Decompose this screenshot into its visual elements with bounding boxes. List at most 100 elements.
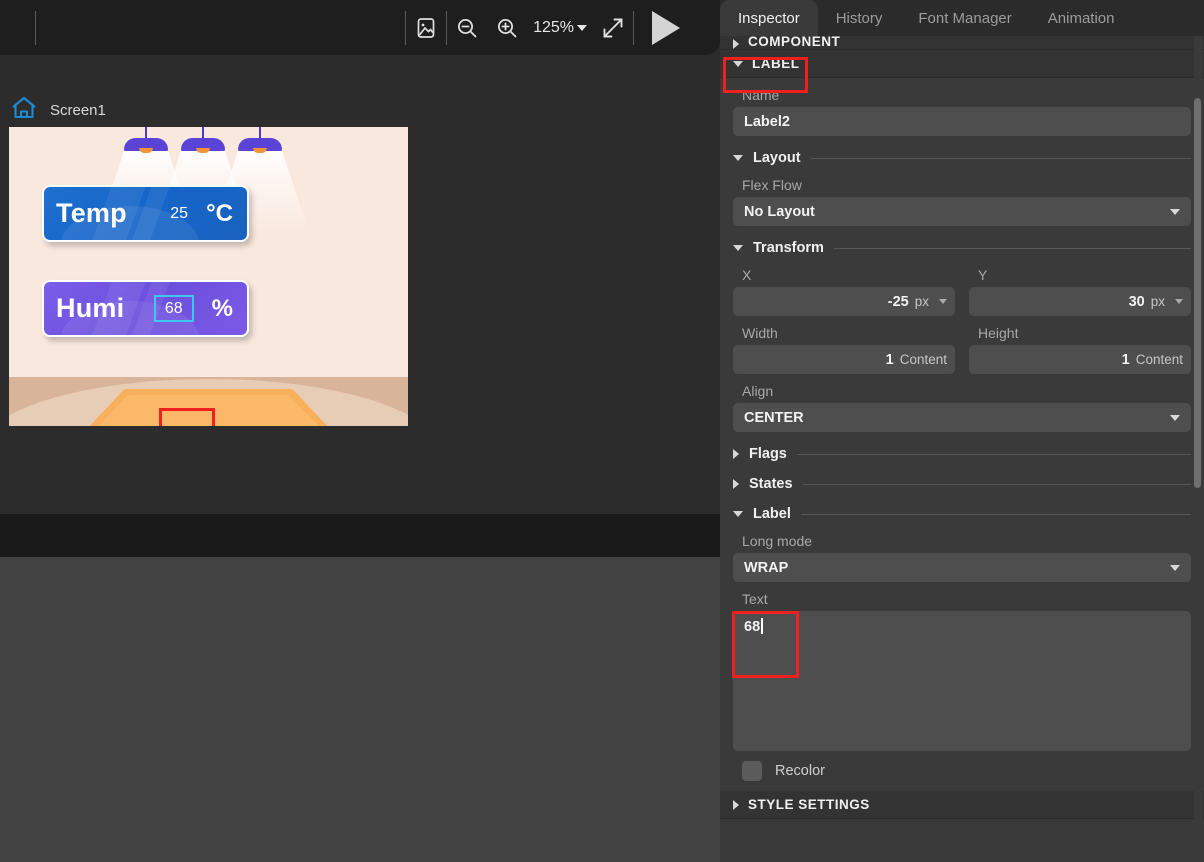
- editor-lower-panel: [0, 557, 720, 862]
- play-icon[interactable]: [634, 0, 698, 55]
- humi-card-title: Humi: [44, 293, 124, 324]
- selected-label-widget[interactable]: 68: [154, 300, 194, 318]
- humi-card-unit: %: [212, 295, 247, 323]
- zoom-out-icon[interactable]: [447, 8, 487, 48]
- name-field-label: Name: [733, 78, 1191, 107]
- tab-font-manager[interactable]: Font Manager: [900, 0, 1029, 36]
- long-mode-label: Long mode: [733, 524, 1191, 553]
- humi-card-value: 68: [154, 295, 194, 322]
- group-states[interactable]: States: [733, 476, 1191, 492]
- long-mode-value: WRAP: [744, 560, 788, 576]
- tab-animation-label: Animation: [1048, 10, 1115, 27]
- group-flags-title: Flags: [749, 446, 787, 462]
- text-textarea[interactable]: 68: [733, 611, 1191, 751]
- zoom-level-value: 125%: [533, 19, 574, 37]
- height-input[interactable]: 1 Content: [969, 345, 1191, 374]
- width-value: 1: [886, 352, 894, 368]
- flex-flow-select[interactable]: No Layout: [733, 197, 1191, 226]
- fit-screen-icon[interactable]: [593, 8, 633, 48]
- name-input-value: Label2: [744, 114, 790, 130]
- group-flags[interactable]: Flags: [733, 446, 1191, 462]
- align-field-label: Align: [733, 374, 1191, 403]
- home-icon[interactable]: [10, 95, 38, 126]
- chevron-right-icon: [733, 39, 739, 49]
- chevron-down-icon: [577, 25, 587, 31]
- section-header-component[interactable]: COMPONENT: [720, 36, 1204, 50]
- tab-inspector[interactable]: Inspector: [720, 0, 818, 36]
- name-input[interactable]: Label2: [733, 107, 1191, 136]
- image-icon[interactable]: [406, 8, 446, 48]
- x-value: -25: [888, 294, 909, 310]
- x-field-label: X: [733, 258, 955, 287]
- chevron-down-icon[interactable]: [939, 299, 947, 304]
- editor-area: 125%: [0, 0, 720, 862]
- height-field-label: Height: [969, 316, 1191, 345]
- humi-card[interactable]: Humi 68 %: [42, 280, 249, 337]
- chevron-down-icon[interactable]: [1175, 299, 1183, 304]
- tab-history-label: History: [836, 10, 883, 27]
- chevron-down-icon: [1170, 565, 1180, 571]
- chevron-right-icon: [733, 479, 739, 489]
- label-section-content: Name Label2 Layout Flex Flow No Layout: [720, 78, 1204, 791]
- chevron-down-icon: [1170, 209, 1180, 215]
- y-field-label: Y: [969, 258, 1191, 287]
- inspector-scrollbar-track[interactable]: [1194, 36, 1203, 862]
- height-value: 1: [1122, 352, 1130, 368]
- height-unit: Content: [1136, 352, 1183, 367]
- align-select[interactable]: CENTER: [733, 403, 1191, 432]
- section-header-label[interactable]: LABEL: [720, 50, 1204, 78]
- group-layout[interactable]: Layout: [733, 150, 1191, 166]
- group-transform[interactable]: Transform: [733, 240, 1191, 256]
- flex-flow-value: No Layout: [744, 204, 815, 220]
- recolor-label: Recolor: [775, 763, 825, 779]
- width-unit: Content: [900, 352, 947, 367]
- app-root: 1 25%: [0, 0, 1204, 862]
- x-input[interactable]: -25 px: [733, 287, 955, 316]
- chevron-down-icon: [733, 61, 743, 67]
- text-cursor: [761, 618, 763, 634]
- flex-flow-label: Flex Flow: [733, 168, 1191, 197]
- recolor-row[interactable]: Recolor: [733, 751, 1191, 791]
- editor-dark-strip: [0, 514, 720, 557]
- zoom-level-dropdown[interactable]: 125%: [527, 19, 593, 37]
- y-input[interactable]: 30 px: [969, 287, 1191, 316]
- inspector-body: COMPONENT LABEL Name Label2 Layout: [720, 36, 1204, 862]
- long-mode-select[interactable]: WRAP: [733, 553, 1191, 582]
- chevron-down-icon: [733, 245, 743, 251]
- temp-card-title: Temp: [44, 198, 127, 229]
- inspector-scrollbar-thumb[interactable]: [1194, 98, 1201, 488]
- y-value: 30: [1129, 294, 1145, 310]
- chevron-right-icon: [733, 800, 739, 810]
- recolor-checkbox[interactable]: [742, 761, 762, 781]
- section-header-style-settings[interactable]: STYLE SETTINGS: [720, 791, 1204, 819]
- y-unit: px: [1151, 294, 1165, 309]
- group-transform-title: Transform: [753, 240, 824, 256]
- toolbar-divider-left: [35, 11, 36, 45]
- editor-toolbar: 125%: [0, 0, 720, 55]
- inspector-panel: Inspector History Font Manager Animation…: [720, 0, 1204, 862]
- group-layout-title: Layout: [753, 150, 801, 166]
- section-label-title: LABEL: [752, 56, 800, 71]
- section-component-label: COMPONENT: [748, 36, 840, 49]
- section-style-settings-label: STYLE SETTINGS: [748, 797, 870, 812]
- temp-card-unit: °C: [206, 200, 247, 228]
- tab-inspector-label: Inspector: [738, 10, 800, 27]
- temp-card-value: 25: [170, 205, 188, 223]
- align-value: CENTER: [744, 410, 804, 426]
- width-field-label: Width: [733, 316, 955, 345]
- tab-history[interactable]: History: [818, 0, 901, 36]
- chevron-down-icon: [733, 155, 743, 161]
- chevron-down-icon: [1170, 415, 1180, 421]
- width-input[interactable]: 1 Content: [733, 345, 955, 374]
- panel-tabbar: Inspector History Font Manager Animation: [720, 0, 1204, 36]
- tab-font-manager-label: Font Manager: [918, 10, 1011, 27]
- text-field-label: Text: [733, 582, 1191, 611]
- group-label[interactable]: Label: [733, 506, 1191, 522]
- screen-name-label: Screen1: [50, 102, 106, 119]
- tab-animation[interactable]: Animation: [1030, 0, 1133, 36]
- device-canvas[interactable]: Temp 25 °C Humi 68 %: [9, 127, 408, 426]
- temp-card[interactable]: Temp 25 °C: [42, 185, 249, 242]
- zoom-in-icon[interactable]: [487, 8, 527, 48]
- chevron-down-icon: [733, 511, 743, 517]
- x-unit: px: [915, 294, 929, 309]
